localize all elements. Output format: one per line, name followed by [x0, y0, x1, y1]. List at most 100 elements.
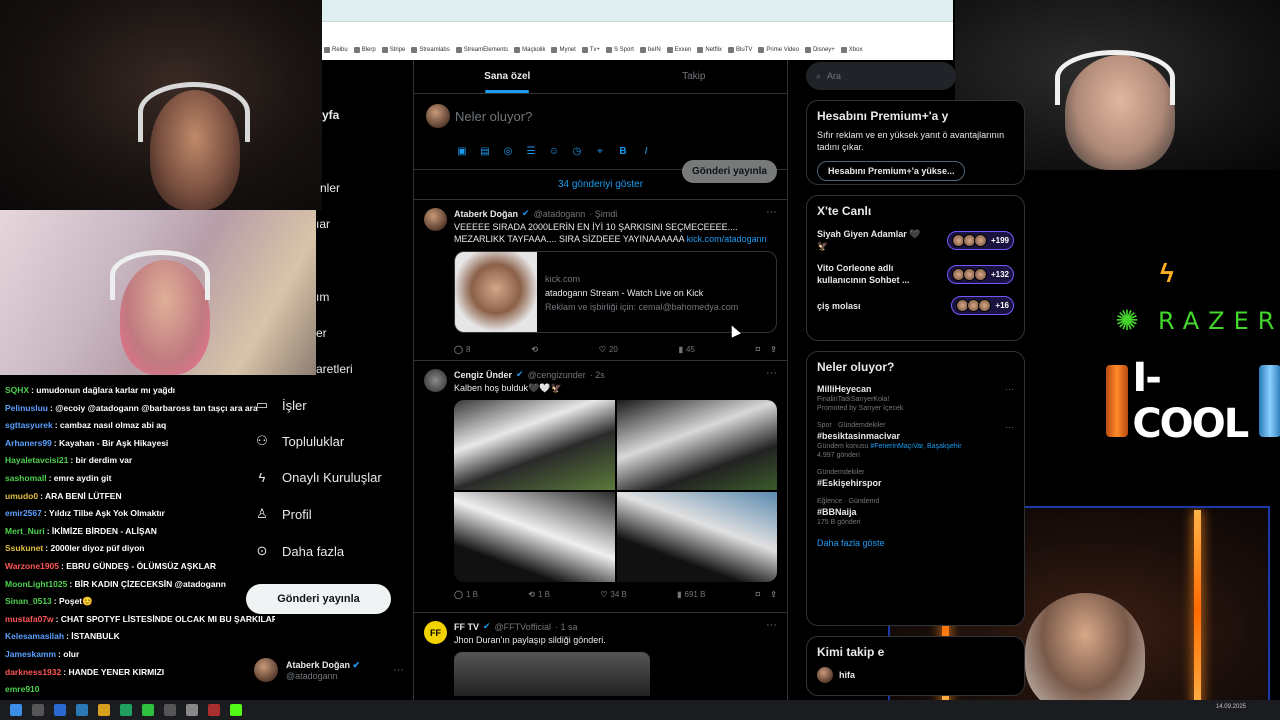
address-bar[interactable] [322, 0, 953, 22]
tweet-author[interactable]: FF TV [454, 622, 479, 632]
app-icon[interactable] [164, 704, 176, 716]
bookmark-favicon-icon [551, 47, 558, 53]
trend-item[interactable]: MilliHeyecan FinalinTadıSarıyerKola! Pro… [817, 384, 1014, 412]
search-input[interactable]: ⌕ Ara [806, 62, 956, 90]
chat-username: sashomall [5, 472, 47, 483]
media-photo[interactable] [616, 400, 777, 490]
italic-icon[interactable]: I [640, 146, 652, 157]
schedule-icon[interactable]: ◷ [571, 146, 583, 157]
tab-following[interactable]: Takip [601, 60, 788, 93]
link-card[interactable]: kick.com atadogann Stream - Watch Live o… [454, 251, 777, 333]
trend-item[interactable]: Eğlence · Gündemd #BBNaija 175 B gönderi [817, 498, 1014, 526]
grok-icon[interactable]: ◎ [502, 146, 514, 157]
bookmark-item[interactable]: Maçkolik [514, 47, 545, 53]
bookmark-item[interactable]: Xbox [840, 47, 862, 53]
composer-input[interactable]: Neler oluyor? [455, 109, 532, 124]
tweet[interactable]: Cengiz Ünder ✔ @cengizunder · 2s ··· Kal… [414, 361, 787, 613]
more-icon[interactable]: ··· [766, 367, 777, 379]
share-icon[interactable]: ⇪ [770, 345, 777, 354]
account-switcher[interactable]: Ataberk Doğan ✔ @atadogann ··· [254, 658, 404, 682]
like-button[interactable]: ♡ 20 [599, 345, 618, 354]
whatsapp-icon[interactable] [142, 704, 154, 716]
media-grid[interactable] [454, 400, 777, 582]
bookmark-item[interactable]: beIN [639, 47, 661, 53]
image-icon[interactable]: ▣ [456, 146, 468, 157]
tweet-actions: ◯ 8 ⟲ ♡ 20 ▮ 45 ⌑ ⇪ [454, 337, 777, 361]
bookmark-icon[interactable]: ⌑ [756, 345, 760, 354]
repost-button[interactable]: ⟲ [531, 345, 538, 354]
search-icon[interactable] [32, 704, 44, 716]
nav-fragment[interactable]: aretleri [316, 362, 353, 376]
follow-suggestion[interactable]: hifa [817, 667, 1014, 683]
bookmark-item[interactable]: Reibu [324, 47, 348, 53]
bookmark-item[interactable]: Exxen [666, 47, 691, 53]
tweet[interactable]: FF FF TV ✔ @FFTVofficial · 1 sa ··· Jhon… [414, 613, 787, 713]
trend-item[interactable]: Gündemdekiler #Eskişehirspor [817, 469, 1014, 488]
tab-for-you[interactable]: Sana özel [414, 60, 601, 93]
windows-start-icon[interactable] [10, 704, 22, 716]
like-button[interactable]: ♡ 34 B [600, 590, 627, 599]
media-photo[interactable] [454, 400, 615, 490]
gif-icon[interactable]: ▤ [479, 146, 491, 157]
repost-button[interactable]: ⟲ 1 B [528, 590, 550, 599]
premium-button[interactable]: Hesabını Premium+'a yükse... [817, 161, 966, 181]
tweet-handle[interactable]: @cengizunder [528, 370, 586, 380]
nav-fragment[interactable]: nler [320, 181, 340, 195]
nav-fragment[interactable]: er [316, 326, 327, 340]
kick-icon[interactable] [230, 704, 242, 716]
bookmark-item[interactable]: Mynet [551, 47, 576, 53]
bookmark-item[interactable]: Stripe [381, 47, 405, 53]
reply-button[interactable]: ◯ 8 [454, 345, 470, 354]
share-icon[interactable]: ⇪ [770, 590, 777, 599]
media-photo[interactable] [616, 492, 777, 582]
bold-icon[interactable]: B [617, 146, 629, 157]
bookmark-icon[interactable]: ⌑ [756, 590, 760, 599]
tweet-link[interactable]: kick.com/atadogann [687, 234, 767, 244]
avatar [426, 104, 450, 128]
more-icon[interactable]: ··· [1005, 422, 1014, 432]
live-space-item[interactable]: Vito Corleone adlı kullanıcının Sohbet .… [817, 262, 1014, 286]
bookmark-item[interactable]: Netflix [697, 47, 722, 53]
location-icon[interactable]: ⌖ [594, 146, 606, 157]
media-video[interactable] [454, 652, 650, 696]
more-icon[interactable]: ··· [766, 619, 777, 631]
more-icon[interactable]: ··· [1005, 384, 1014, 394]
app-icon[interactable] [186, 704, 198, 716]
app-icon[interactable] [76, 704, 88, 716]
media-photo[interactable] [454, 492, 615, 582]
app-icon[interactable] [120, 704, 132, 716]
live-space-item[interactable]: Siyah Giyen Adamlar 🖤🦅 +199 [817, 228, 1014, 252]
more-icon[interactable]: ··· [766, 206, 777, 218]
bookmark-item[interactable]: S Sport [605, 47, 634, 53]
avatar[interactable] [424, 369, 447, 392]
show-more-trends[interactable]: Daha fazla göste [817, 538, 1014, 548]
tweet-author[interactable]: Ataberk Doğan [454, 209, 518, 219]
views-button[interactable]: ▮ 691 B [677, 590, 705, 599]
trend-item[interactable]: Spor · Gündemdekiler #besiktasinmacivar … [817, 422, 1014, 459]
bookmark-item[interactable]: Disney+ [804, 47, 835, 53]
bookmark-item[interactable]: Tv+ [581, 47, 600, 53]
edge-icon[interactable] [54, 704, 66, 716]
bookmark-item[interactable]: Prime Video [758, 47, 799, 53]
nav-fragment[interactable]: ıar [316, 217, 330, 231]
bookmark-item[interactable]: BluTV [728, 47, 752, 53]
tweet-handle[interactable]: @FFTVofficial [495, 622, 551, 632]
tweet-handle[interactable]: @atadogann [534, 209, 586, 219]
folder-icon[interactable] [98, 704, 110, 716]
app-icon[interactable] [208, 704, 220, 716]
live-space-item[interactable]: çiş molası +16 [817, 296, 1014, 315]
avatar[interactable] [424, 208, 447, 231]
bookmark-item[interactable]: StreamElements [455, 47, 508, 53]
emoji-icon[interactable]: ☺ [548, 146, 560, 157]
views-button[interactable]: ▮ 45 [679, 345, 695, 354]
reply-button[interactable]: ◯ 1 B [454, 590, 478, 599]
bookmark-favicon-icon [758, 47, 765, 53]
poll-icon[interactable]: ☰ [525, 146, 537, 157]
bookmark-item[interactable]: Blerp [353, 47, 376, 53]
bookmark-item[interactable]: Streamlabs [411, 47, 450, 53]
tweet-author[interactable]: Cengiz Ünder [454, 370, 512, 380]
composer-post-button[interactable]: Gönderi yayınla [681, 160, 777, 183]
more-icon[interactable]: ··· [393, 664, 404, 676]
ff-tv-logo[interactable]: FF [424, 621, 447, 644]
nav-fragment[interactable]: ım [316, 290, 329, 304]
